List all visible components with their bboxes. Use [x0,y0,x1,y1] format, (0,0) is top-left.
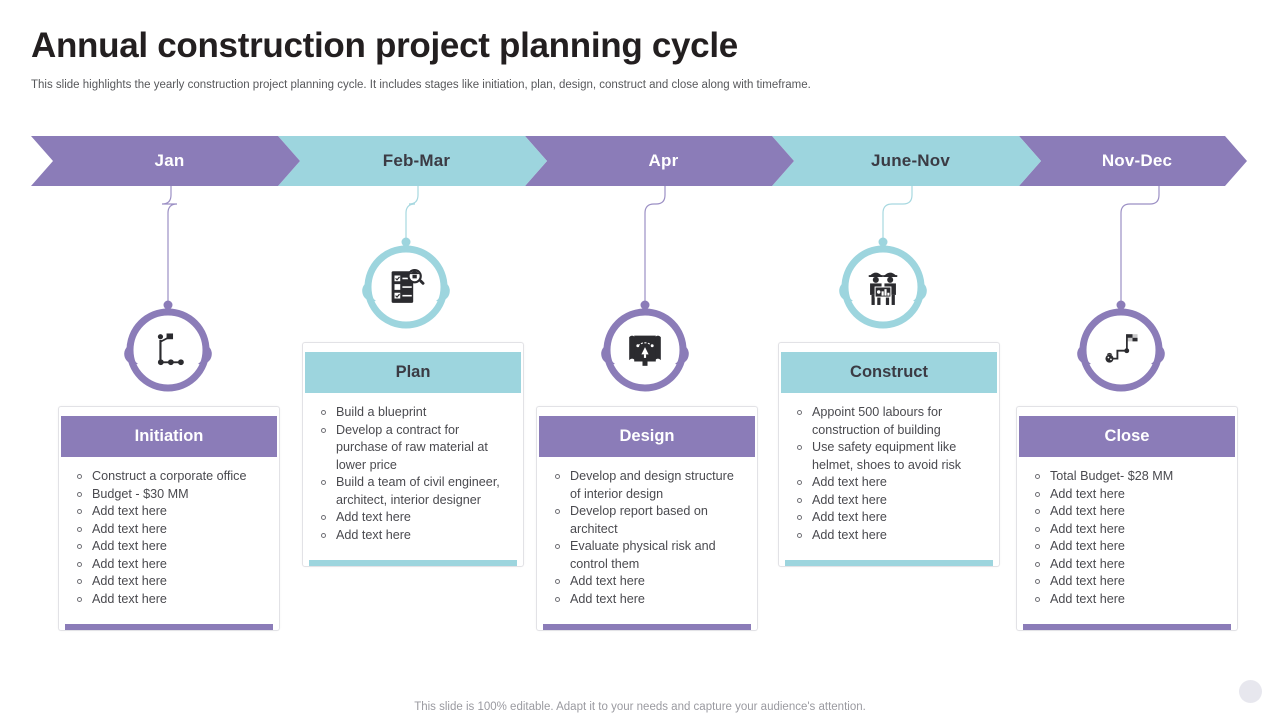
stage-card-initiation[interactable]: Initiation Construct a corporate office Bu… [58,406,280,631]
stage-card-construct[interactable]: Construct Appoint 500 labours for constru… [778,342,1000,567]
stage-card-title: Plan [395,363,431,381]
stage-bullet-item[interactable]: Add text here [1027,573,1227,591]
stage-card-header: Initiation [61,416,277,457]
stage-bullet-list: Build a blueprint Develop a contract for … [313,404,513,544]
checklist-magnifier-icon [360,241,452,333]
stage-bullet-item[interactable]: Budget - $30 MM [69,486,269,504]
two-workers-hardhat-icon [837,241,929,333]
stage-bullet-item[interactable]: Appoint 500 labours for construction of … [789,404,989,439]
card-top-spacer [303,343,523,352]
card-top-spacer [1017,407,1237,416]
timeline-chevron-label: Nov-Dec [1101,151,1173,170]
stage-bullet-item[interactable]: Add text here [1027,503,1227,521]
stage-bullet-item[interactable]: Add text here [1027,486,1227,504]
person-with-flag-milestone-icon [122,304,214,396]
stage-card-design[interactable]: Design Develop and design structure of in… [536,406,758,631]
slide-footer-note: This slide is 100% editable. Adapt it to… [414,701,866,713]
stage-card-header: Close [1019,416,1235,457]
stage-card-title: Design [619,427,675,445]
stage-bullet-list: Total Budget- $28 MM Add text here Add tex… [1027,468,1227,608]
stage-bullet-list: Appoint 500 labours for construction of … [789,404,989,544]
timeline-chevron-label: Jan [154,151,185,170]
page-subtitle: This slide highlights the yearly constru… [31,79,811,91]
stage-bullet-item[interactable]: Add text here [69,538,269,556]
stage-card-accent-bar [65,624,273,630]
stage-connector-line [1116,186,1160,310]
stage-card-body: Develop and design structure of interior… [537,457,757,618]
stage-bullet-item[interactable]: Build a team of civil engineer, architec… [313,474,513,509]
stage-icon-ring-plan[interactable] [360,241,452,333]
stage-bullet-item[interactable]: Add text here [789,492,989,510]
stage-connector-line [161,186,178,310]
stage-bullet-item[interactable]: Add text here [789,474,989,492]
checkered-flag-goal-icon [1075,304,1167,396]
stage-bullet-item[interactable]: Construct a corporate office [69,468,269,486]
stage-bullet-item[interactable]: Add text here [1027,538,1227,556]
stage-card-header: Plan [305,352,521,393]
stage-card-title: Close [1104,427,1150,445]
stage-card-body: Appoint 500 labours for construction of … [779,393,999,554]
timeline-chevron-label: Apr [648,151,679,170]
stage-bullet-item[interactable]: Add text here [69,591,269,609]
stage-bullet-item[interactable]: Add text here [69,503,269,521]
stage-bullet-item[interactable]: Add text here [789,527,989,545]
card-top-spacer [779,343,999,352]
stage-bullet-item[interactable]: Add text here [1027,591,1227,609]
stage-bullet-item[interactable]: Develop a contract for purchase of raw m… [313,422,513,475]
timeline-chevron-apr[interactable]: Apr [525,136,794,186]
stage-bullet-item[interactable]: Use safety equipment like helmet, shoes … [789,439,989,474]
timeline-chevron-label: Feb-Mar [382,151,451,170]
corner-decoration-dot [1239,680,1262,703]
stage-card-accent-bar [785,560,993,566]
stage-connector-line [878,186,913,247]
stage-card-accent-bar [309,560,517,566]
stage-bullet-item[interactable]: Add text here [69,521,269,539]
stage-bullet-item[interactable]: Develop report based on architect [547,503,747,538]
stage-card-title: Initiation [134,427,204,445]
stage-icon-ring-design[interactable] [599,304,691,396]
stage-connector-line [401,186,419,247]
blueprint-pen-tool-icon [599,304,691,396]
stage-card-body: Total Budget- $28 MM Add text here Add tex… [1017,457,1237,618]
stage-icon-ring-close[interactable] [1075,304,1167,396]
stage-card-body: Build a blueprint Develop a contract for … [303,393,523,554]
stage-bullet-item[interactable]: Add text here [1027,556,1227,574]
stage-bullet-item[interactable]: Add text here [1027,521,1227,539]
stage-bullet-item[interactable]: Add text here [789,509,989,527]
timeline-chevron-band: Jan Feb-Mar Apr June-Nov Nov-Dec [31,136,1247,186]
timeline-chevron-nov-dec[interactable]: Nov-Dec [1019,136,1247,186]
timeline-chevron-jan[interactable]: Jan [31,136,300,186]
stage-bullet-item[interactable]: Add text here [313,527,513,545]
stage-bullet-item[interactable]: Add text here [313,509,513,527]
stage-card-header: Construct [781,352,997,393]
stage-bullet-item[interactable]: Add text here [547,573,747,591]
card-top-spacer [59,407,279,416]
stage-connector-line [640,186,666,310]
card-top-spacer [537,407,757,416]
stage-bullet-list: Develop and design structure of interior… [547,468,747,608]
stage-bullet-item[interactable]: Total Budget- $28 MM [1027,468,1227,486]
stage-card-title: Construct [850,363,928,381]
timeline-chevron-label: June-Nov [870,151,951,170]
stage-bullet-item[interactable]: Add text here [547,591,747,609]
stage-bullet-list: Construct a corporate office Budget - $30… [69,468,269,608]
page-title: Annual construction project planning cyc… [31,26,738,65]
stage-card-accent-bar [1023,624,1231,630]
stage-bullet-item[interactable]: Develop and design structure of interior… [547,468,747,503]
stage-card-plan[interactable]: Plan Build a blueprint Develop a contract … [302,342,524,567]
stage-card-body: Construct a corporate office Budget - $30… [59,457,279,618]
stage-bullet-item[interactable]: Build a blueprint [313,404,513,422]
stage-card-accent-bar [543,624,751,630]
stage-bullet-item[interactable]: Evaluate physical risk and control them [547,538,747,573]
stage-bullet-item[interactable]: Add text here [69,556,269,574]
stage-icon-ring-initiation[interactable] [122,304,214,396]
slide-canvas: Annual construction project planning cyc… [0,0,1280,720]
stage-card-header: Design [539,416,755,457]
timeline-chevron-feb-mar[interactable]: Feb-Mar [278,136,547,186]
stage-icon-ring-construct[interactable] [837,241,929,333]
timeline-chevron-june-nov[interactable]: June-Nov [772,136,1041,186]
stage-bullet-item[interactable]: Add text here [69,573,269,591]
stage-card-close[interactable]: Close Total Budget- $28 MM Add text here Ad… [1016,406,1238,631]
